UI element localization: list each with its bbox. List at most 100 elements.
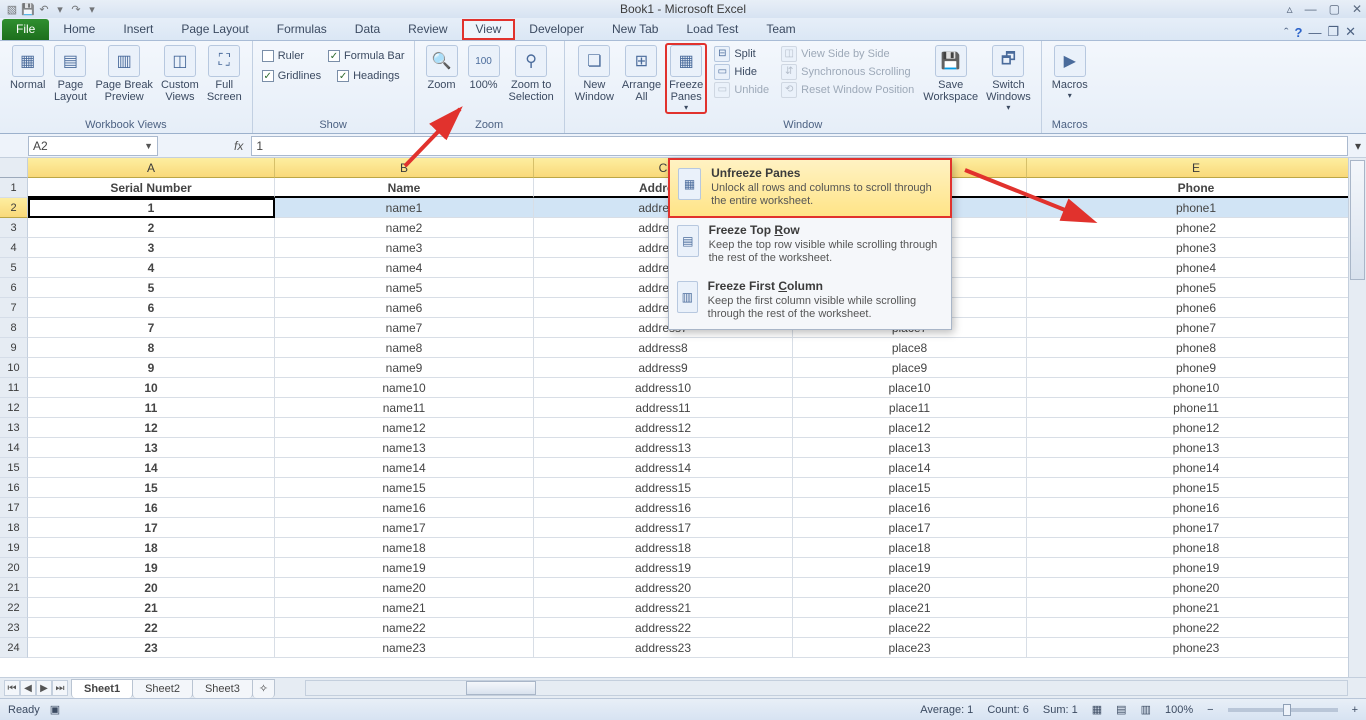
cell[interactable]: phone23	[1027, 638, 1366, 658]
cell[interactable]: 19	[28, 558, 275, 578]
zoom-in-button[interactable]: +	[1352, 704, 1358, 716]
tab-nav-first[interactable]: ⏮	[4, 680, 20, 696]
cell[interactable]: place18	[793, 538, 1027, 558]
name-box[interactable]: A2▼	[28, 136, 158, 156]
sheet-tab-sheet3[interactable]: Sheet3	[192, 679, 253, 698]
view-side-by-side-button[interactable]: ◫View Side by Side	[778, 45, 917, 63]
cell[interactable]: address17	[534, 518, 793, 538]
cell[interactable]: address9	[534, 358, 793, 378]
zoom-100-button[interactable]: 100100%	[463, 43, 505, 91]
cell[interactable]: name17	[275, 518, 534, 538]
cell[interactable]: name10	[275, 378, 534, 398]
column-header-B[interactable]: B	[275, 158, 534, 178]
view-normal-icon[interactable]: ▦	[1092, 703, 1102, 716]
cell[interactable]: place22	[793, 618, 1027, 638]
cell[interactable]: address22	[534, 618, 793, 638]
tab-insert[interactable]: Insert	[109, 19, 167, 40]
cell[interactable]: address16	[534, 498, 793, 518]
tab-new-tab[interactable]: New Tab	[598, 19, 672, 40]
cell[interactable]: name15	[275, 478, 534, 498]
row-header-21[interactable]: 21	[0, 578, 28, 598]
cell[interactable]: 16	[28, 498, 275, 518]
reset-window-button[interactable]: ⟲Reset Window Position	[778, 81, 917, 99]
cell[interactable]: 12	[28, 418, 275, 438]
fx-icon[interactable]: fx	[158, 139, 251, 153]
tab-nav-last[interactable]: ⏭	[52, 680, 68, 696]
cell[interactable]: phone7	[1027, 318, 1366, 338]
row-header-18[interactable]: 18	[0, 518, 28, 538]
normal-button[interactable]: ▦Normal	[6, 43, 49, 91]
cell[interactable]: name13	[275, 438, 534, 458]
horizontal-scrollbar[interactable]	[305, 680, 1348, 696]
page-layout-button[interactable]: ▤Page Layout	[49, 43, 91, 103]
cell[interactable]: name6	[275, 298, 534, 318]
ruler-checkbox[interactable]: Ruler	[259, 47, 307, 65]
cell[interactable]: place15	[793, 478, 1027, 498]
tab-review[interactable]: Review	[394, 19, 461, 40]
cell[interactable]: phone11	[1027, 398, 1366, 418]
cell[interactable]: phone16	[1027, 498, 1366, 518]
cell[interactable]: address10	[534, 378, 793, 398]
cell[interactable]: 9	[28, 358, 275, 378]
cell[interactable]: place13	[793, 438, 1027, 458]
expand-formula-icon[interactable]: ▾	[1350, 139, 1366, 153]
cell[interactable]: phone8	[1027, 338, 1366, 358]
row-header-12[interactable]: 12	[0, 398, 28, 418]
row-header-10[interactable]: 10	[0, 358, 28, 378]
cell[interactable]: address15	[534, 478, 793, 498]
gridlines-checkbox[interactable]: ✓Gridlines	[259, 67, 324, 85]
cell[interactable]: phone3	[1027, 238, 1366, 258]
cell[interactable]: phone21	[1027, 598, 1366, 618]
cell[interactable]: phone10	[1027, 378, 1366, 398]
row-header-24[interactable]: 24	[0, 638, 28, 658]
cell[interactable]: place19	[793, 558, 1027, 578]
cell[interactable]: address12	[534, 418, 793, 438]
cell[interactable]: 1	[28, 198, 275, 218]
vertical-scrollbar[interactable]	[1348, 158, 1366, 677]
cell[interactable]: 20	[28, 578, 275, 598]
menu-freeze-first-column[interactable]: ▥ Freeze First ColumnKeep the first colu…	[669, 273, 951, 329]
cell[interactable]: phone19	[1027, 558, 1366, 578]
cell[interactable]: name9	[275, 358, 534, 378]
tab-formulas[interactable]: Formulas	[263, 19, 341, 40]
cell[interactable]: name2	[275, 218, 534, 238]
cell[interactable]: address14	[534, 458, 793, 478]
cell[interactable]: phone2	[1027, 218, 1366, 238]
column-header-E[interactable]: E	[1027, 158, 1366, 178]
cell[interactable]: phone20	[1027, 578, 1366, 598]
doc-close-icon[interactable]: ✕	[1345, 24, 1356, 40]
cell[interactable]: name3	[275, 238, 534, 258]
cell[interactable]: name22	[275, 618, 534, 638]
save-workspace-button[interactable]: 💾Save Workspace	[919, 43, 982, 103]
cell[interactable]: address19	[534, 558, 793, 578]
header-cell[interactable]: Serial Number	[28, 178, 275, 198]
cell[interactable]: name7	[275, 318, 534, 338]
cell[interactable]: place9	[793, 358, 1027, 378]
row-header-6[interactable]: 6	[0, 278, 28, 298]
cell[interactable]: address20	[534, 578, 793, 598]
cell[interactable]: name20	[275, 578, 534, 598]
cell[interactable]: phone6	[1027, 298, 1366, 318]
row-header-1[interactable]: 1	[0, 178, 28, 198]
sheet-tab-sheet1[interactable]: Sheet1	[71, 679, 133, 698]
zoom-slider[interactable]	[1228, 708, 1338, 712]
cell[interactable]: place20	[793, 578, 1027, 598]
row-header-8[interactable]: 8	[0, 318, 28, 338]
help-icon[interactable]: ?	[1294, 25, 1302, 40]
cell[interactable]: 14	[28, 458, 275, 478]
row-header-20[interactable]: 20	[0, 558, 28, 578]
file-tab[interactable]: File	[2, 19, 49, 40]
cell[interactable]: 15	[28, 478, 275, 498]
cell[interactable]: 4	[28, 258, 275, 278]
tab-nav-prev[interactable]: ◀	[20, 680, 36, 696]
row-header-9[interactable]: 9	[0, 338, 28, 358]
minimize-ribbon-button[interactable]: ˆ	[1284, 25, 1288, 40]
cell[interactable]: 13	[28, 438, 275, 458]
row-header-14[interactable]: 14	[0, 438, 28, 458]
zoom-button[interactable]: 🔍Zoom	[421, 43, 463, 91]
cell[interactable]: phone15	[1027, 478, 1366, 498]
cell[interactable]: name18	[275, 538, 534, 558]
header-cell[interactable]: Phone	[1027, 178, 1366, 198]
column-header-A[interactable]: A	[28, 158, 275, 178]
cell[interactable]: 3	[28, 238, 275, 258]
